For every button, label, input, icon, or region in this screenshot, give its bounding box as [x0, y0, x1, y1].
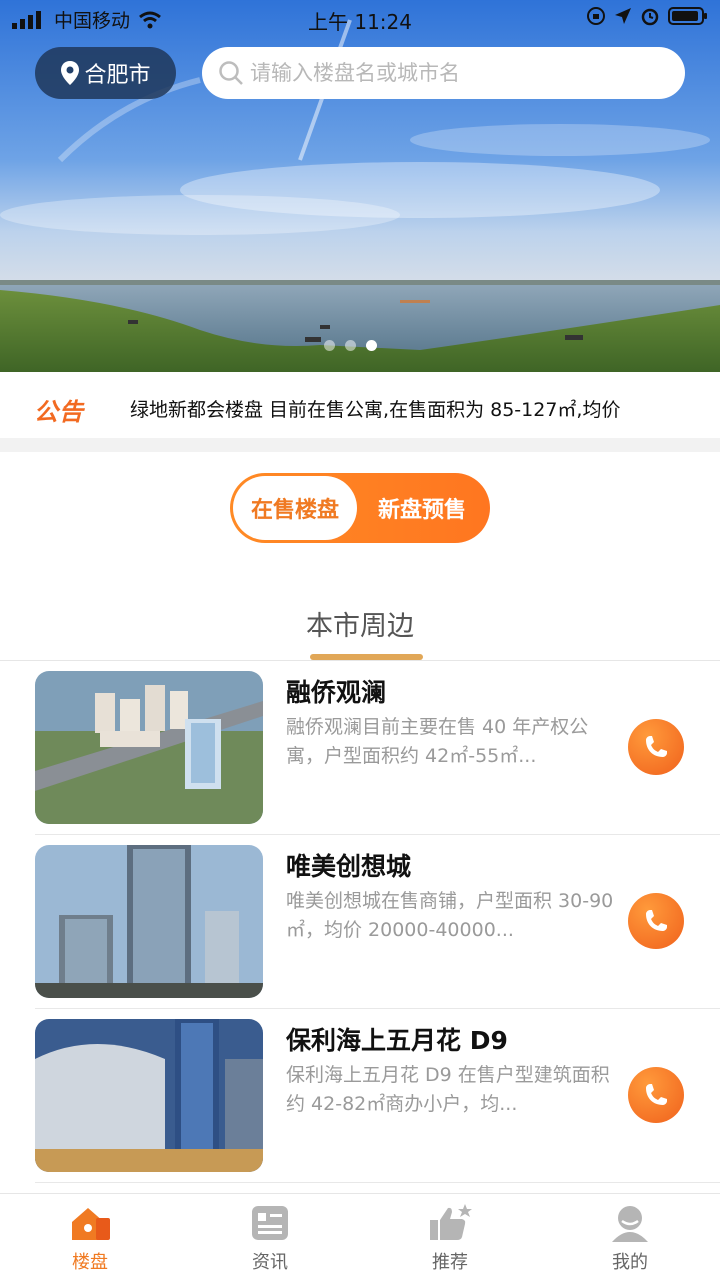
listing-title: 保利海上五月花 D9 — [286, 1026, 508, 1055]
news-icon — [252, 1206, 288, 1240]
listing-item[interactable]: 保利海上五月花 D9 保利海上五月花 D9 在售户型建筑面积约 42-82㎡商办… — [0, 1009, 720, 1183]
alarm-icon — [641, 8, 659, 26]
user-icon — [612, 1206, 648, 1242]
phone-icon — [646, 1084, 667, 1105]
phone-icon — [646, 736, 667, 757]
notice-bar[interactable]: 公告 绿地新都会楼盘 目前在售公寓,在售面积为 85-127㎡,均价 — [0, 372, 720, 438]
tab-label: 楼盘 — [72, 1252, 108, 1273]
tab-label: 推荐 — [432, 1252, 468, 1273]
house-icon — [72, 1208, 110, 1240]
search-bar[interactable] — [202, 47, 685, 99]
listing-description: 融侨观澜目前主要在售 40 年产权公寓，户型面积约 42㎡-55㎡... — [286, 716, 589, 767]
listing-thumbnail — [35, 845, 263, 998]
section-divider — [0, 438, 720, 452]
thumbs-up-icon — [430, 1204, 472, 1240]
tab-label: 资讯 — [252, 1252, 288, 1273]
listing-item[interactable]: 融侨观澜 融侨观澜目前主要在售 40 年产权公寓，户型面积约 42㎡-55㎡..… — [0, 661, 720, 835]
tab-profile[interactable]: 我的 — [540, 1194, 720, 1280]
toggle-on-sale[interactable]: 在售楼盘 — [233, 476, 357, 540]
status-bar: 中国移动 上午 11:24 — [0, 0, 720, 36]
listing-title: 融侨观澜 — [286, 678, 387, 707]
rotation-lock-icon — [587, 7, 605, 25]
location-pin-icon — [61, 61, 80, 85]
carousel-dot[interactable] — [345, 340, 356, 351]
tab-label: 我的 — [612, 1252, 648, 1273]
listing-description: 唯美创想城在售商铺，户型面积 30-90㎡，均价 20000-40000... — [286, 890, 614, 941]
search-icon — [219, 61, 243, 85]
row-divider — [35, 1182, 720, 1183]
listing-item[interactable]: 唯美创想城 唯美创想城在售商铺，户型面积 30-90㎡，均价 20000-400… — [0, 835, 720, 1009]
phone-icon — [646, 910, 667, 931]
call-button[interactable] — [628, 719, 684, 775]
toggle-presale[interactable]: 新盘预售 — [357, 476, 487, 540]
tab-news[interactable]: 资讯 — [180, 1194, 360, 1280]
city-selector-button[interactable]: 合肥市 — [35, 47, 176, 99]
battery-icon — [668, 7, 707, 25]
city-label: 合肥市 — [84, 63, 151, 88]
bottom-tab-bar: 楼盘 资讯 推荐 我的 — [0, 1193, 720, 1280]
hero-banner[interactable]: 中国移动 上午 11:24 合肥市 请输入楼盘名或城市名 — [0, 0, 720, 372]
notice-text[interactable]: 绿地新都会楼盘 目前在售公寓,在售面积为 85-127㎡,均价 — [130, 396, 690, 438]
section-title[interactable]: 本市周边 — [0, 604, 720, 643]
notice-badge: 公告 — [34, 398, 84, 426]
call-button[interactable] — [628, 893, 684, 949]
carousel-dots[interactable] — [324, 340, 377, 351]
listing-thumbnail — [35, 1019, 263, 1172]
search-input[interactable] — [250, 61, 670, 85]
carousel-dot[interactable] — [324, 340, 335, 351]
tab-recommend[interactable]: 推荐 — [360, 1194, 540, 1280]
carousel-dot-active[interactable] — [366, 340, 377, 351]
listing-list: 融侨观澜 融侨观澜目前主要在售 40 年产权公寓，户型面积约 42㎡-55㎡..… — [0, 661, 720, 1183]
listing-description: 保利海上五月花 D9 在售户型建筑面积约 42-82㎡商办小户，均... — [286, 1064, 610, 1115]
location-arrow-icon — [615, 8, 631, 24]
sale-type-toggle[interactable]: 在售楼盘 新盘预售 — [230, 473, 490, 543]
listing-title: 唯美创想城 — [286, 852, 412, 881]
tab-buildings[interactable]: 楼盘 — [0, 1194, 180, 1280]
call-button[interactable] — [628, 1067, 684, 1123]
listing-thumbnail — [35, 671, 263, 824]
